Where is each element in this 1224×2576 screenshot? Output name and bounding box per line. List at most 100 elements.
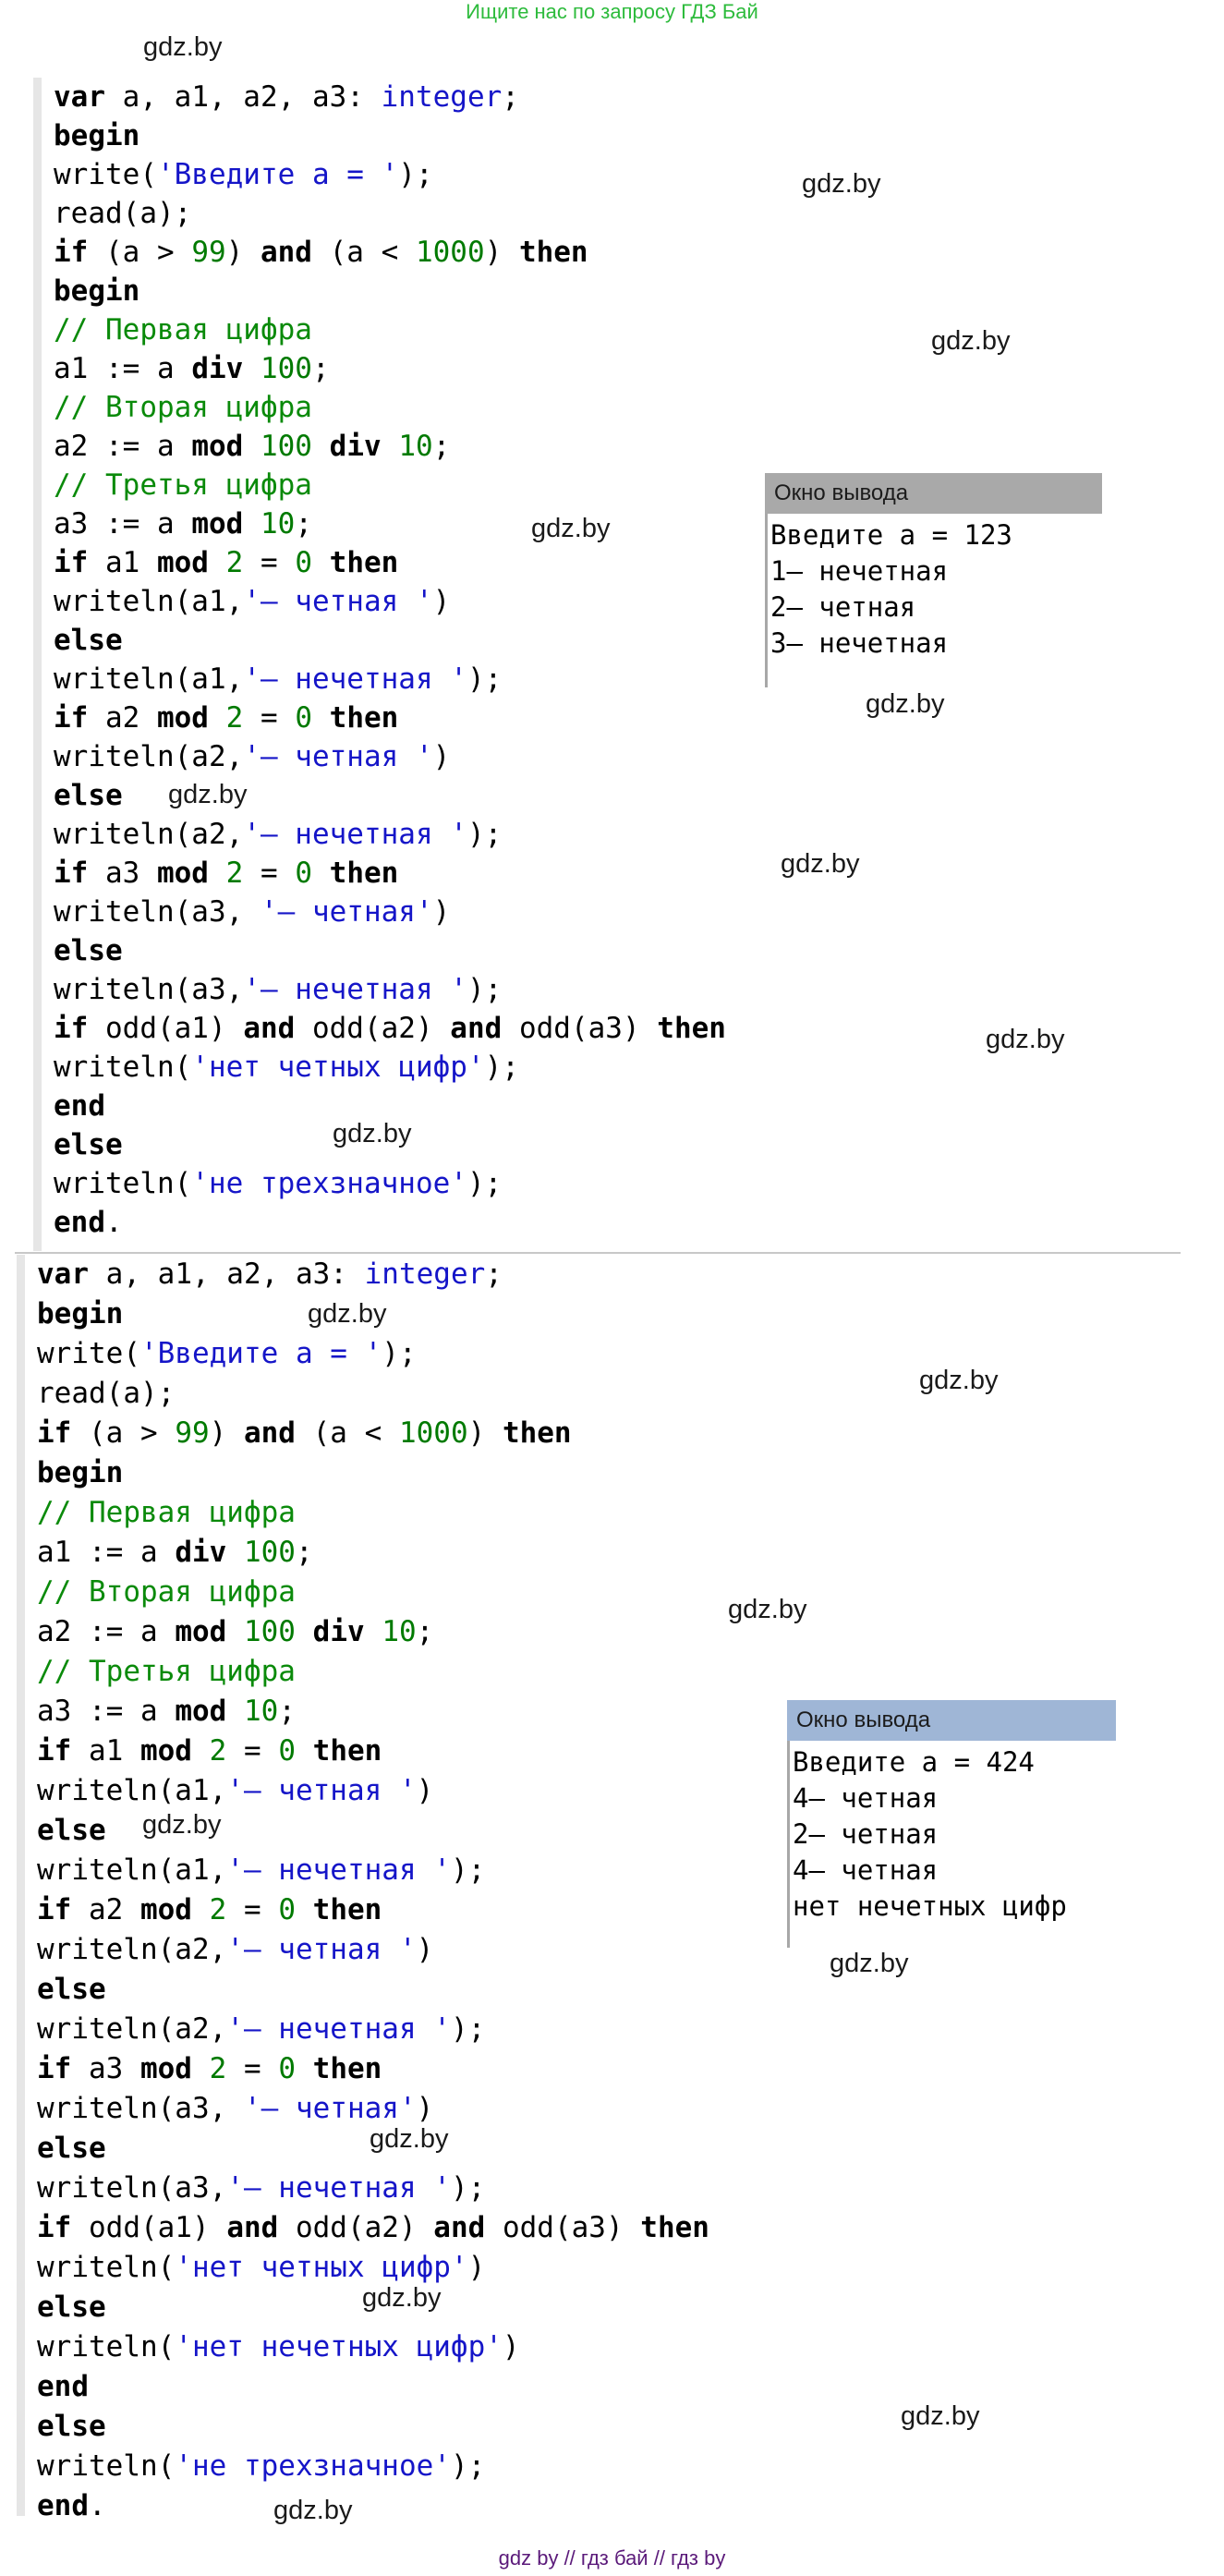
- watermark-text: gdz.by: [308, 1299, 387, 1329]
- code-token: (a >: [88, 236, 192, 269]
- keyword-token: mod: [175, 1615, 227, 1648]
- keyword-token: then: [657, 1012, 726, 1045]
- code-token: ;: [295, 507, 312, 541]
- code-editor-program-1[interactable]: var a, a1, a2, a3: integer; begin write('В…: [33, 78, 735, 1251]
- string-token: '– нечетная ': [226, 2012, 451, 2046]
- watermark-text: gdz.by: [931, 326, 1011, 356]
- code-editor-program-2[interactable]: var a, a1, a2, a3: integer; begin write('В…: [17, 1255, 737, 2522]
- code-line[interactable]: a3 := a mod 10;: [37, 1692, 296, 1731]
- code-line[interactable]: a2 := a mod 100 div 10;: [54, 427, 450, 466]
- code-line[interactable]: write('Введите a = ');: [37, 1334, 417, 1373]
- code-line[interactable]: if odd(a1) and odd(a2) and odd(a3) then: [54, 1009, 726, 1048]
- keyword-token: div: [312, 1615, 365, 1648]
- code-line[interactable]: begin: [37, 1294, 123, 1333]
- code-line[interactable]: if a2 mod 2 = 0 then: [54, 699, 398, 737]
- code-line[interactable]: if odd(a1) and odd(a2) and odd(a3) then: [37, 2208, 709, 2247]
- code-line[interactable]: a1 := a div 100;: [54, 349, 330, 388]
- keyword-token: div: [329, 430, 382, 463]
- top-banner[interactable]: Ищите нас по запросу ГДЗ Бай: [0, 0, 1224, 24]
- code-line[interactable]: end.: [54, 1203, 123, 1242]
- code-line[interactable]: // Вторая цифра: [54, 388, 312, 427]
- code-line[interactable]: else: [37, 2407, 106, 2446]
- code-line[interactable]: else: [37, 1970, 106, 2009]
- code-line[interactable]: writeln(a2,'– нечетная ');: [54, 815, 502, 854]
- code-token: );: [467, 818, 503, 851]
- code-line[interactable]: read(a);: [54, 194, 191, 233]
- code-token: ;: [485, 1258, 503, 1291]
- number-token: 2: [225, 701, 244, 735]
- code-line[interactable]: a2 := a mod 100 div 10;: [37, 1612, 433, 1651]
- code-line[interactable]: // Вторая цифра: [37, 1573, 296, 1611]
- code-line[interactable]: begin: [37, 1453, 123, 1492]
- watermark-text: gdz.by: [728, 1595, 807, 1624]
- code-line[interactable]: if a3 mod 2 = 0 then: [37, 2049, 382, 2088]
- code-line[interactable]: // Первая цифра: [37, 1493, 296, 1532]
- code-line[interactable]: else: [54, 1125, 123, 1164]
- code-line[interactable]: else: [54, 621, 123, 660]
- footer-links[interactable]: gdz by // гдз бай // гдз by: [0, 2546, 1224, 2570]
- code-line[interactable]: end.: [37, 2486, 106, 2525]
- keyword-token: and: [226, 2211, 279, 2244]
- code-line[interactable]: // Первая цифра: [54, 310, 312, 349]
- code-line[interactable]: writeln(a1,'– четная '): [54, 582, 450, 621]
- code-line[interactable]: if (a > 99) and (a < 1000) then: [37, 1414, 572, 1452]
- code-line[interactable]: if a2 mod 2 = 0 then: [37, 1890, 382, 1929]
- keyword-token: if: [37, 1416, 72, 1450]
- code-line[interactable]: if (a > 99) and (a < 1000) then: [54, 233, 588, 272]
- code-token: ): [416, 1774, 434, 1807]
- code-line[interactable]: end: [37, 2367, 89, 2406]
- code-token: ): [209, 1416, 244, 1450]
- code-line[interactable]: if a3 mod 2 = 0 then: [54, 854, 398, 893]
- code-line[interactable]: else: [37, 2288, 106, 2327]
- code-line[interactable]: // Третья цифра: [37, 1652, 296, 1691]
- code-line[interactable]: writeln('нет четных цифр'): [37, 2248, 485, 2287]
- code-line[interactable]: if a1 mod 2 = 0 then: [54, 543, 398, 582]
- string-token: 'Введите a = ': [139, 1337, 382, 1370]
- number-token: 0: [278, 1893, 296, 1926]
- code-line[interactable]: var a, a1, a2, a3: integer;: [37, 1255, 503, 1294]
- code-token: );: [450, 2449, 486, 2483]
- code-line[interactable]: writeln(a3, '– четная'): [54, 893, 450, 931]
- code-line[interactable]: writeln(a1,'– нечетная ');: [54, 660, 502, 699]
- code-line[interactable]: begin: [54, 116, 139, 155]
- keyword-token: mod: [175, 1695, 227, 1728]
- watermark-text: gdz.by: [919, 1366, 999, 1395]
- code-token: ): [484, 236, 519, 269]
- code-line[interactable]: writeln(a3,'– нечетная ');: [54, 970, 502, 1009]
- code-line[interactable]: writeln('нет нечетных цифр'): [37, 2327, 520, 2366]
- code-token: ;: [502, 80, 519, 114]
- code-line[interactable]: writeln(a1,'– четная '): [37, 1771, 433, 1810]
- code-line[interactable]: else: [37, 2129, 106, 2168]
- code-line[interactable]: else: [54, 931, 123, 970]
- code-line[interactable]: else: [54, 776, 123, 815]
- code-line[interactable]: writeln(a2,'– нечетная ');: [37, 2010, 485, 2048]
- code-line[interactable]: writeln(a3,'– нечетная ');: [37, 2169, 485, 2207]
- code-line[interactable]: begin: [54, 272, 139, 310]
- code-token: a3 := a: [37, 1695, 176, 1728]
- code-line[interactable]: writeln(a2,'– четная '): [37, 1930, 433, 1969]
- code-line[interactable]: a3 := a mod 10;: [54, 504, 312, 543]
- code-line[interactable]: var a, a1, a2, a3: integer;: [54, 78, 519, 116]
- code-line[interactable]: end: [54, 1087, 105, 1125]
- code-line[interactable]: writeln(a2,'– четная '): [54, 737, 450, 776]
- code-token: ): [432, 585, 451, 618]
- code-line[interactable]: writeln(a1,'– нечетная ');: [37, 1851, 485, 1889]
- code-line[interactable]: writeln('не трехзначное');: [54, 1164, 502, 1203]
- code-line[interactable]: writeln(a3, '– четная'): [37, 2089, 433, 2128]
- code-line[interactable]: // Третья цифра: [54, 466, 312, 504]
- code-line[interactable]: if a1 mod 2 = 0 then: [37, 1732, 382, 1770]
- code-line[interactable]: else: [37, 1811, 106, 1850]
- code-token: ): [467, 1416, 503, 1450]
- code-line[interactable]: a1 := a div 100;: [37, 1533, 313, 1572]
- code-line[interactable]: read(a);: [37, 1374, 175, 1413]
- code-line[interactable]: writeln('не трехзначное');: [37, 2447, 485, 2485]
- keyword-token: and: [243, 1012, 296, 1045]
- code-line[interactable]: write('Введите a = ');: [54, 155, 433, 194]
- code-line[interactable]: writeln('нет четных цифр');: [54, 1048, 519, 1087]
- code-token: a, a1, a2, a3:: [89, 1258, 365, 1291]
